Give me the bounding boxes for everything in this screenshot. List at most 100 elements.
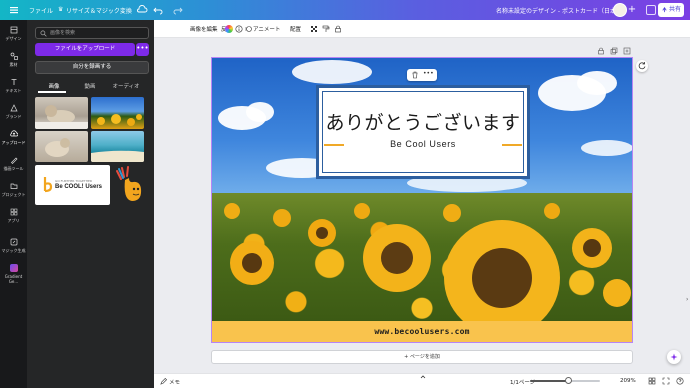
media-tabs: 画像 動画 オーディオ (35, 80, 149, 93)
zoom-slider-knob[interactable] (565, 377, 572, 384)
transparency-icon[interactable] (310, 25, 318, 33)
tab-images[interactable]: 画像 (35, 82, 73, 90)
search-placeholder: 画像を検索 (50, 30, 76, 36)
lock-page-icon[interactable] (597, 47, 605, 55)
brand-icon (9, 104, 18, 112)
crown-icon: ♛ (58, 6, 64, 13)
upload-thumbnail-logo[interactable]: GO FURTHER TOGETHER Be COOL! Users (35, 165, 110, 205)
redo-icon[interactable] (172, 4, 184, 16)
active-tab-indicator (38, 91, 66, 93)
rail-label: アプリ (7, 218, 20, 223)
paint-roller-icon[interactable] (322, 25, 330, 33)
rail-item-brand[interactable]: ブランド (0, 104, 27, 120)
subtitle-text[interactable]: Be Cool Users (319, 139, 527, 149)
avatar[interactable] (613, 3, 627, 17)
kitten-image (45, 138, 70, 157)
rail-item-elements[interactable]: 素材 (0, 52, 27, 68)
rail-item-text[interactable]: テキスト (0, 78, 27, 94)
rail-label: プロジェクト (1, 192, 26, 197)
share-icon (662, 7, 667, 13)
scroll-right-indicator[interactable]: › (686, 296, 690, 304)
notes-icon (160, 378, 167, 385)
element-floating-toolbar: ••• (407, 69, 437, 81)
add-page-button[interactable]: + ページを追加 (211, 350, 633, 364)
more-options-button[interactable]: ••• (423, 70, 434, 77)
cloud-sync-icon (137, 5, 148, 13)
rail-label: デザイン (5, 36, 22, 41)
rail-item-projects[interactable]: プロジェクト (0, 182, 27, 198)
add-collaborator-icon[interactable]: + (626, 4, 638, 16)
notes-button[interactable]: メモ (169, 378, 180, 386)
help-icon[interactable] (676, 377, 684, 385)
tab-videos[interactable]: 動画 (71, 82, 109, 90)
upload-icon (9, 130, 18, 137)
beach-image (91, 150, 144, 162)
document-title[interactable]: 名称未設定のデザイン - ポストカード（日本） (496, 6, 622, 15)
tab-audio[interactable]: オーディオ (107, 82, 145, 90)
rail-label: テキスト (5, 88, 22, 93)
zoom-level[interactable]: 209% (620, 378, 636, 384)
title-frame[interactable]: ありがとうございます Be Cool Users (316, 85, 530, 179)
rail-item-magic[interactable]: マジック生成 (0, 238, 27, 254)
sunflower-field (212, 193, 632, 336)
undo-icon[interactable] (152, 4, 164, 16)
magic-icon (10, 238, 17, 246)
grid-view-icon[interactable] (648, 377, 656, 385)
sunflowers (224, 203, 631, 336)
rail-item-design[interactable]: デザイン (0, 26, 27, 42)
resize-menu[interactable]: リサイズ＆マジック変換 (66, 6, 132, 15)
postcard-design[interactable]: www.becoolusers.com ありがとうございます Be Cool U… (211, 57, 633, 343)
refresh-icon[interactable] (636, 60, 648, 72)
rail-label: 描画ツール (3, 166, 24, 171)
chevron-up-icon[interactable] (419, 374, 427, 379)
trash-icon[interactable] (411, 71, 419, 79)
share-button[interactable]: 共有 (658, 3, 684, 17)
menu-icon[interactable] (8, 4, 20, 16)
record-yourself-button[interactable]: 自分を録画する (35, 61, 149, 74)
sunflower-image (97, 114, 142, 126)
folder-icon (10, 183, 17, 189)
rail-label: ブランド (5, 114, 22, 119)
animate-button[interactable]: アニメート (253, 25, 280, 33)
upload-share-icon[interactable] (646, 5, 656, 15)
gradient-app-icon (9, 264, 18, 272)
lock-icon[interactable] (334, 25, 342, 33)
rail-label: Gradient Ge... (4, 274, 23, 284)
position-button[interactable]: 配置 (290, 25, 301, 33)
upload-files-button[interactable]: ファイルをアップロード (35, 43, 135, 56)
upload-more-button[interactable]: ••• (136, 43, 149, 56)
info-icon[interactable] (235, 25, 243, 33)
rail-item-draw[interactable]: 描画ツール (0, 156, 27, 172)
website-footer[interactable]: www.becoolusers.com (212, 321, 632, 342)
text-icon (11, 79, 16, 85)
thank-you-heading[interactable]: ありがとうございます (319, 108, 527, 135)
context-toolbar: 画像を編集 反転 アニメート 配置 (154, 20, 690, 38)
rail-item-uploads[interactable]: アップロード (0, 130, 27, 146)
mascot-image (116, 166, 142, 201)
color-picker-icon[interactable] (225, 25, 233, 33)
upload-thumbnail-cat[interactable] (35, 97, 88, 129)
rail-label: マジック生成 (1, 248, 26, 253)
top-bar: ファイル ♛ リサイズ＆マジック変換 名称未設定のデザイン - ポストカード（日… (0, 0, 690, 20)
rail-label: アップロード (1, 140, 26, 145)
zoom-slider[interactable] (530, 377, 600, 384)
image-search-input[interactable]: 画像を検索 (35, 27, 149, 39)
rail-label: 素材 (9, 62, 18, 67)
layout-icon (10, 26, 17, 34)
magic-assistant-button[interactable] (667, 350, 681, 364)
fullscreen-icon[interactable] (662, 377, 670, 385)
upload-thumbnail-kitten[interactable] (35, 131, 88, 162)
file-menu[interactable]: ファイル (29, 6, 53, 15)
duplicate-page-icon[interactable] (610, 47, 618, 55)
zoom-slider-fill (530, 380, 569, 382)
upload-thumbnail-sunflowers[interactable] (91, 97, 144, 129)
edit-image-button[interactable]: 画像を編集 (190, 25, 218, 33)
logo-card-small-text: GO FURTHER TOGETHER (55, 179, 92, 183)
upload-thumbnail-beach[interactable] (91, 131, 144, 162)
bottom-bar: メモ 1/1ページ 209% (154, 373, 690, 388)
rail-item-apps[interactable]: アプリ (0, 208, 27, 224)
upload-thumbnail-mascot[interactable] (113, 165, 146, 205)
add-page-icon[interactable] (623, 47, 631, 55)
rail-item-gradient[interactable]: Gradient Ge... (0, 264, 27, 284)
logo-card-text: Be COOL! Users (55, 184, 103, 190)
